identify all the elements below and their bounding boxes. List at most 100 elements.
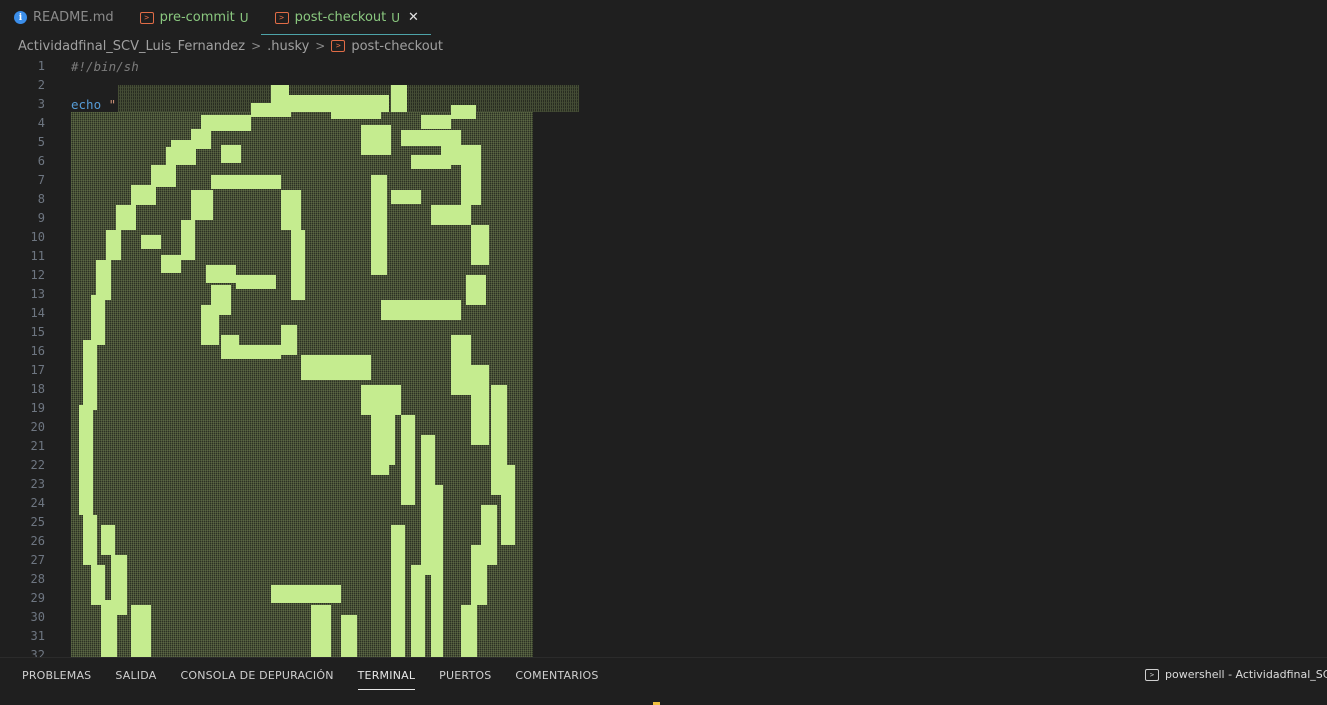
line-number: 31 — [30, 629, 45, 643]
panel-tab-salida[interactable]: SALIDA — [115, 666, 156, 690]
line-number: 25 — [30, 515, 45, 529]
breadcrumb-subfolder[interactable]: .husky — [267, 39, 309, 54]
line-number: 32 — [30, 648, 45, 657]
ascii-art-highlight — [83, 515, 97, 565]
line-number: 9 — [37, 211, 45, 225]
code-editor[interactable]: 1 2 3 4 5 6 7 8 9 10 11 12 13 14 15 16 17 18 19 20 21 22 23 24 2… — [0, 57, 1327, 657]
line-number: 11 — [30, 249, 45, 263]
line-number: 5 — [37, 135, 45, 149]
line-number: 28 — [30, 572, 45, 586]
terminal-instance[interactable]: > powershell - Actividadfinal_SCV_L — [1145, 668, 1327, 681]
tab-pre-commit[interactable]: > pre-commit U — [126, 0, 261, 35]
line-number: 10 — [30, 230, 45, 244]
ascii-art-highlight — [106, 230, 121, 260]
ascii-art-highlight — [111, 555, 127, 615]
tab-post-checkout[interactable]: > post-checkout U ✕ — [260, 0, 432, 35]
line-number: 15 — [30, 325, 45, 339]
close-icon[interactable]: ✕ — [408, 10, 419, 25]
panel-tab-problemas[interactable]: PROBLEMAS — [22, 666, 91, 690]
line-number: 24 — [30, 496, 45, 510]
breadcrumb-folder[interactable]: Actividadfinal_SCV_Luis_Fernandez — [18, 39, 245, 54]
code-line-1: #!/bin/sh — [71, 57, 139, 76]
tab-readme[interactable]: i README.md — [0, 0, 126, 35]
line-number: 18 — [30, 382, 45, 396]
breadcrumb: Actividadfinal_SCV_Luis_Fernandez > .hus… — [18, 35, 443, 57]
line-number-gutter: 1 2 3 4 5 6 7 8 9 10 11 12 13 14 15 16 17 18 19 20 21 22 23 24 2… — [0, 57, 55, 657]
ascii-art-highlight — [451, 105, 476, 119]
ascii-art-highlight — [381, 405, 395, 465]
line-number: 6 — [37, 154, 45, 168]
ascii-art-block — [71, 85, 579, 657]
terminal-file-icon: > — [331, 40, 346, 52]
line-number: 14 — [30, 306, 45, 320]
line-number: 17 — [30, 363, 45, 377]
ascii-art-highlight — [301, 355, 371, 380]
ascii-art-highlight — [411, 565, 425, 657]
line-number: 29 — [30, 591, 45, 605]
ascii-art-highlight — [371, 175, 387, 255]
panel-tabs: PROBLEMAS SALIDA CONSOLA DE DEPURACIÓN T… — [22, 666, 623, 690]
panel-tab-puertos[interactable]: PUERTOS — [439, 666, 491, 690]
ascii-art-highlight — [171, 140, 191, 154]
ascii-art-highlight — [451, 335, 471, 395]
ascii-art-highlight — [341, 615, 357, 657]
ascii-art-highlight — [461, 605, 477, 657]
ascii-art-highlight — [101, 525, 115, 555]
ascii-art-highlight — [391, 85, 407, 112]
ascii-art-highlight — [431, 205, 471, 225]
ascii-art-highlight — [83, 340, 97, 410]
line-number: 12 — [30, 268, 45, 282]
ascii-art-highlight — [161, 255, 181, 273]
ascii-art-highlight — [91, 295, 105, 345]
ascii-art-highlight — [371, 245, 387, 275]
terminal-file-icon: > — [274, 11, 289, 24]
ascii-art-highlight — [401, 130, 461, 146]
ascii-art-highlight — [281, 325, 297, 355]
panel-tab-consola[interactable]: CONSOLA DE DEPURACIÓN — [180, 666, 333, 690]
line-number: 30 — [30, 610, 45, 624]
ascii-art-highlight — [461, 165, 481, 205]
line-number: 7 — [37, 173, 45, 187]
ascii-art-highlight — [466, 275, 486, 305]
tab-label: post-checkout — [294, 10, 387, 25]
ascii-art-highlight — [471, 365, 489, 445]
editor-tab-bar: i README.md > pre-commit U > post-checko… — [0, 0, 1327, 35]
ascii-art-highlight — [131, 185, 156, 205]
line-number: 23 — [30, 477, 45, 491]
bottom-panel: PROBLEMAS SALIDA CONSOLA DE DEPURACIÓN T… — [0, 657, 1327, 705]
ascii-art-highlight — [271, 585, 341, 603]
ascii-art-highlight — [471, 225, 489, 265]
panel-tab-comentarios[interactable]: COMENTARIOS — [515, 666, 598, 690]
ascii-art-highlight — [141, 235, 161, 249]
ascii-art-highlight — [431, 485, 443, 657]
ascii-art-highlight — [411, 155, 451, 169]
terminal-title: powershell - Actividadfinal_SCV_L — [1165, 668, 1327, 681]
ascii-art-highlight — [211, 175, 281, 189]
ascii-art-highlight — [471, 545, 487, 605]
breadcrumb-file[interactable]: post-checkout — [351, 39, 443, 54]
ascii-art-highlight — [236, 275, 276, 289]
untracked-badge: U — [239, 10, 249, 25]
panel-tab-terminal[interactable]: TERMINAL — [357, 666, 416, 690]
line-number: 3 — [37, 97, 45, 111]
ascii-art-highlight — [281, 190, 301, 230]
ascii-art-highlight — [391, 525, 405, 657]
info-icon: i — [14, 11, 27, 24]
ascii-art-highlight — [331, 107, 381, 119]
line-number: 2 — [37, 78, 45, 92]
ascii-art-highlight — [291, 230, 305, 300]
ascii-art-highlight — [251, 103, 291, 117]
ascii-art-highlight — [361, 125, 391, 155]
ascii-art-highlight — [391, 190, 421, 204]
chevron-right-icon: > — [251, 39, 262, 53]
ascii-art-highlight — [421, 115, 451, 129]
ascii-art-highlight — [116, 205, 136, 230]
line-number: 13 — [30, 287, 45, 301]
line-number: 26 — [30, 534, 45, 548]
line-number: 16 — [30, 344, 45, 358]
line-number: 20 — [30, 420, 45, 434]
ascii-art-highlight — [96, 260, 111, 300]
line-number: 21 — [30, 439, 45, 453]
line-number: 4 — [37, 116, 45, 130]
line-number: 8 — [37, 192, 45, 206]
